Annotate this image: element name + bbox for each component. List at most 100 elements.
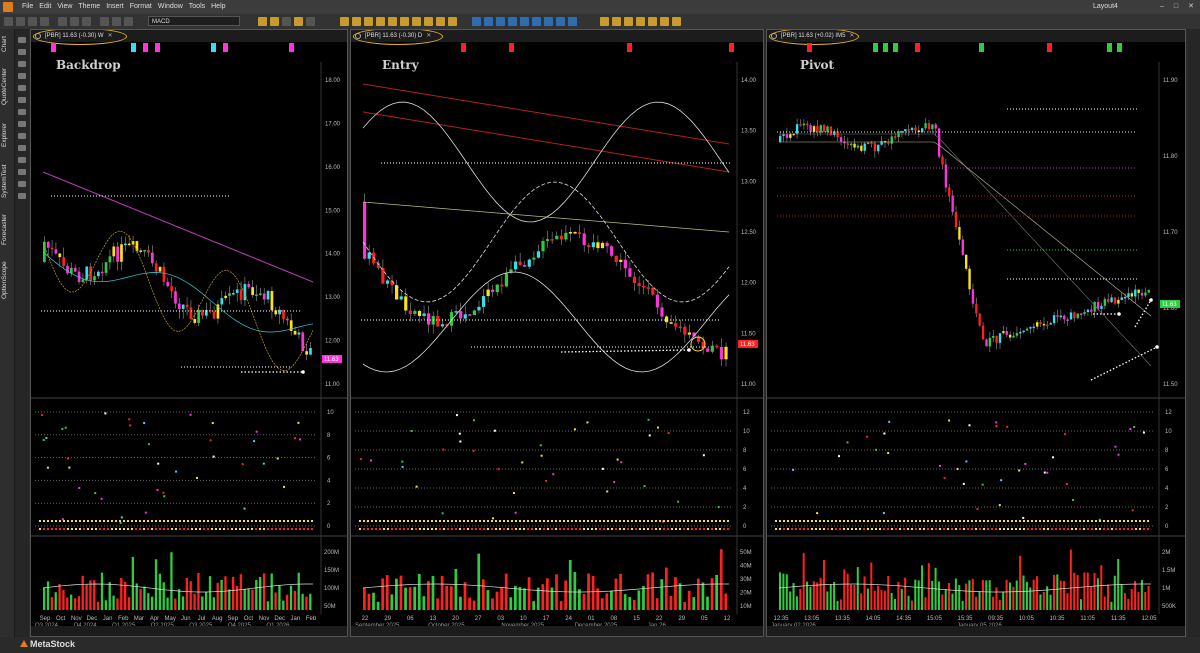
chart-pane-intraday[interactable]: [PBR] 11.63 (+0.02) IM5 ✕ 11.90 11.80 11.70… xyxy=(766,29,1186,637)
indicator-dropdown[interactable]: MACD xyxy=(148,16,240,26)
menu-window[interactable]: Window xyxy=(158,0,183,14)
expert-icon-1[interactable] xyxy=(340,17,349,26)
signal-dot xyxy=(455,528,457,530)
signal-dot xyxy=(975,528,977,530)
zoom-icon[interactable] xyxy=(70,17,79,26)
signal-dot xyxy=(591,528,593,530)
vertical-line-tool-icon[interactable] xyxy=(18,85,26,91)
tool-icon-5[interactable] xyxy=(306,17,315,26)
system-icon-6[interactable] xyxy=(532,17,541,26)
pointer-tool-icon[interactable] xyxy=(18,49,26,55)
signal-dot xyxy=(523,520,525,522)
scan-icon-5[interactable] xyxy=(648,17,657,26)
scan-icon-6[interactable] xyxy=(660,17,669,26)
tool-icon-1[interactable] xyxy=(258,17,267,26)
channel-tool-icon[interactable] xyxy=(18,97,26,103)
cursor-icon[interactable] xyxy=(58,17,67,26)
scan-icon-2[interactable] xyxy=(612,17,621,26)
text-tool-icon[interactable] xyxy=(18,121,26,127)
system-icon-5[interactable] xyxy=(520,17,529,26)
volume-bar xyxy=(89,580,92,610)
close-icon[interactable]: ✕ xyxy=(1188,0,1194,14)
pane-scrollbar[interactable] xyxy=(767,626,1185,636)
menu-format[interactable]: Format xyxy=(130,0,152,14)
volume-bar xyxy=(232,576,235,610)
sidebar-tab-systemtest[interactable]: SystemTest xyxy=(1,159,13,203)
sidebar-tab-optionscope[interactable]: OptionScope xyxy=(1,255,13,305)
menu-tools[interactable]: Tools xyxy=(189,0,205,14)
sidebar-tab-quotecenter[interactable]: QuoteCenter xyxy=(1,61,13,111)
cycle-tool-icon[interactable] xyxy=(18,145,26,151)
menu-edit[interactable]: Edit xyxy=(39,0,51,14)
candle-style-icon[interactable] xyxy=(112,17,121,26)
save-icon[interactable] xyxy=(28,17,37,26)
sidebar-tab-chart[interactable]: Chart xyxy=(1,31,13,57)
tool-icon-2[interactable] xyxy=(270,17,279,26)
minimize-icon[interactable]: – xyxy=(1160,0,1164,14)
window-scrollbar[interactable] xyxy=(1188,29,1200,637)
line-style-icon[interactable] xyxy=(124,17,133,26)
fibonacci-tool-icon[interactable] xyxy=(18,109,26,115)
scan-icon-4[interactable] xyxy=(636,17,645,26)
chart-pane-weekly[interactable]: [PBR] 11.63 (-0.30) W ✕ 18.00 17.00 16.00 15… xyxy=(30,29,348,637)
scan-icon-1[interactable] xyxy=(600,17,609,26)
system-icon-9[interactable] xyxy=(568,17,577,26)
candle-body xyxy=(573,232,577,234)
menu-theme[interactable]: Theme xyxy=(78,0,100,14)
system-icon-1[interactable] xyxy=(472,17,481,26)
expert-icon-6[interactable] xyxy=(400,17,409,26)
expert-icon-5[interactable] xyxy=(388,17,397,26)
expert-icon-3[interactable] xyxy=(364,17,373,26)
volume-bar xyxy=(866,588,869,610)
signal-dot xyxy=(276,457,279,460)
rectangle-tool-icon[interactable] xyxy=(18,169,26,175)
expert-icon-4[interactable] xyxy=(376,17,385,26)
candle-body xyxy=(988,337,992,347)
expert-icon-7[interactable] xyxy=(412,17,421,26)
candle-body xyxy=(687,332,692,335)
expert-icon-10[interactable] xyxy=(448,17,457,26)
system-icon-8[interactable] xyxy=(556,17,565,26)
chart-pane-daily[interactable]: [PBR] 11.63 (-0.30) D ✕ 14.00 13.50 13.00 12… xyxy=(350,29,764,637)
tool-icon-4[interactable] xyxy=(294,17,303,26)
date-tick-label: 06 xyxy=(407,616,414,622)
system-icon-4[interactable] xyxy=(508,17,517,26)
crosshair-icon[interactable] xyxy=(82,17,91,26)
system-icon-3[interactable] xyxy=(496,17,505,26)
system-icon-7[interactable] xyxy=(544,17,553,26)
menu-help[interactable]: Help xyxy=(211,0,225,14)
signal-dot xyxy=(643,520,645,522)
tool-icon-3[interactable] xyxy=(282,17,291,26)
new-icon[interactable] xyxy=(4,17,13,26)
expert-icon-8[interactable] xyxy=(424,17,433,26)
eraser-tool-icon[interactable] xyxy=(18,193,26,199)
layout-selector[interactable]: Layout4 xyxy=(1093,0,1118,14)
maximize-icon[interactable]: □ xyxy=(1174,0,1178,14)
ellipse-tool-icon[interactable] xyxy=(18,181,26,187)
volume-bar xyxy=(162,582,165,610)
crosshair-tool-icon[interactable] xyxy=(18,37,26,43)
open-icon[interactable] xyxy=(16,17,25,26)
pane-scrollbar[interactable] xyxy=(31,626,347,636)
expert-icon-2[interactable] xyxy=(352,17,361,26)
trendline-tool-icon[interactable] xyxy=(18,61,26,67)
horizontal-line-tool-icon[interactable] xyxy=(18,73,26,79)
pane-scrollbar[interactable] xyxy=(351,626,763,636)
arrow-tool-icon[interactable] xyxy=(18,133,26,139)
signal-dot xyxy=(643,485,646,488)
menu-insert[interactable]: Insert xyxy=(106,0,124,14)
sidebar-tab-explorer[interactable]: Explorer xyxy=(1,115,13,155)
system-icon-2[interactable] xyxy=(484,17,493,26)
sidebar-tab-forecaster[interactable]: Forecaster xyxy=(1,207,13,251)
menu-view[interactable]: View xyxy=(57,0,72,14)
menu-file[interactable]: File xyxy=(22,0,33,14)
bar-style-icon[interactable] xyxy=(100,17,109,26)
expert-icon-9[interactable] xyxy=(436,17,445,26)
gann-tool-icon[interactable] xyxy=(18,157,26,163)
print-icon[interactable] xyxy=(40,17,49,26)
signal-dot xyxy=(47,520,49,522)
scan-icon-7[interactable] xyxy=(672,17,681,26)
annotation-arrow xyxy=(1090,346,1158,381)
volume-bar xyxy=(683,601,686,610)
scan-icon-3[interactable] xyxy=(624,17,633,26)
